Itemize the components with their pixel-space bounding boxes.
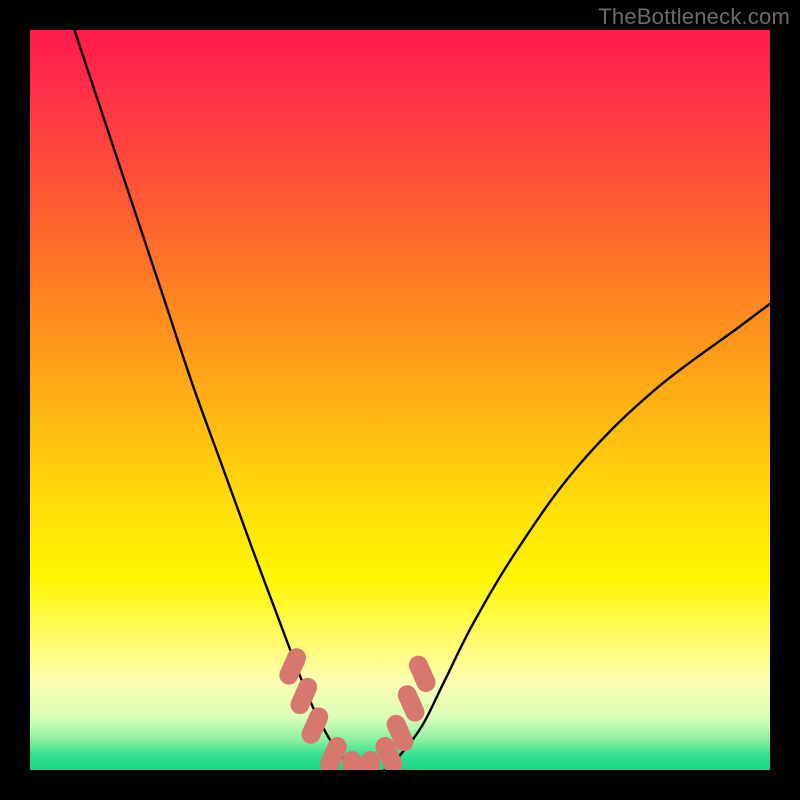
valley-markers-group — [276, 645, 438, 770]
chart-frame: TheBottleneck.com — [0, 0, 800, 800]
valley-marker — [361, 751, 380, 770]
valley-marker — [342, 751, 361, 770]
watermark-text: TheBottleneck.com — [598, 4, 790, 30]
plot-area — [30, 30, 770, 770]
curve-layer — [30, 30, 770, 770]
